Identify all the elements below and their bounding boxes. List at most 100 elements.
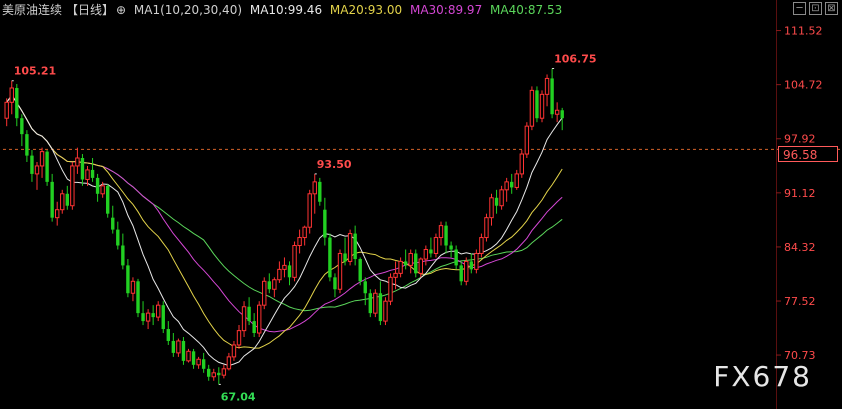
candle-body	[535, 90, 539, 119]
target-icon[interactable]: ⊕	[116, 3, 126, 17]
ma10-line	[6, 94, 563, 367]
candle	[186, 348, 191, 363]
candle	[459, 261, 463, 286]
candle	[60, 189, 65, 214]
candle	[504, 177, 509, 202]
candle	[90, 157, 95, 182]
candle	[318, 177, 322, 206]
extreme-value-label: 106.75	[554, 52, 596, 65]
candle	[529, 86, 535, 131]
ma40-line	[6, 94, 563, 312]
candle-body	[484, 217, 489, 239]
candle	[181, 336, 186, 365]
candle	[328, 233, 332, 282]
candle-body	[176, 340, 181, 354]
candle-body	[544, 77, 550, 95]
candle	[282, 257, 287, 278]
candle-body	[479, 237, 484, 254]
candle-body	[151, 313, 155, 318]
candle-body	[287, 265, 292, 278]
candle	[423, 245, 429, 266]
candle	[247, 297, 251, 326]
candle-body	[524, 125, 530, 155]
candle	[454, 245, 458, 270]
candle-body	[560, 110, 564, 119]
candle	[241, 301, 247, 337]
candle-body	[318, 181, 322, 202]
candle-body	[9, 87, 14, 103]
candle	[156, 301, 161, 322]
close-icon[interactable]: ⊠	[825, 2, 838, 15]
candle	[368, 289, 372, 318]
candle	[15, 84, 19, 127]
candle-body	[459, 265, 463, 282]
candle-body	[85, 169, 90, 180]
candle	[9, 80, 14, 115]
candle	[34, 161, 40, 190]
candle-body	[121, 245, 125, 266]
candle	[550, 68, 554, 119]
candle-body	[257, 304, 262, 334]
candle	[524, 122, 530, 158]
candle	[414, 249, 418, 278]
candle-body	[50, 181, 54, 218]
candle-body	[60, 193, 65, 211]
candle-body	[39, 151, 45, 167]
candle-body	[201, 359, 206, 369]
candle	[297, 229, 302, 254]
candle-body	[226, 356, 232, 370]
candle	[489, 193, 494, 226]
candle	[226, 352, 232, 371]
ma40-value: MA40:87.53	[490, 3, 563, 17]
candle-body	[100, 185, 105, 195]
candle-body	[65, 193, 69, 206]
candle-body	[519, 153, 524, 175]
candle-body	[166, 329, 170, 341]
candle	[479, 233, 484, 258]
candle-body	[337, 252, 343, 290]
candle	[272, 277, 277, 298]
candle	[176, 338, 181, 357]
candle-body	[116, 229, 120, 246]
candle-body	[241, 306, 247, 332]
candle	[292, 241, 297, 282]
candle	[323, 197, 327, 246]
candle	[535, 86, 539, 123]
candle-body	[231, 344, 237, 358]
candle-body	[217, 372, 221, 376]
candle-body	[388, 276, 393, 302]
candle-body	[34, 165, 40, 175]
candle	[514, 169, 519, 190]
restore-icon[interactable]: ⊡	[809, 2, 822, 15]
minimize-icon[interactable]: ─	[793, 2, 806, 15]
candle	[80, 154, 85, 186]
window-controls: ─ ⊡ ⊠	[793, 2, 838, 15]
candle	[438, 221, 444, 246]
candle-body	[539, 93, 545, 119]
y-tick-label: 84.32	[784, 241, 816, 254]
candle	[337, 249, 343, 294]
candle-body	[4, 101, 9, 119]
current-price-label: 96.58	[778, 146, 838, 162]
candle	[287, 261, 292, 286]
candle-body	[145, 312, 151, 322]
ma-setting: MA1(10,20,30,40)	[133, 3, 243, 17]
candle-body	[282, 264, 287, 270]
candle	[302, 225, 307, 246]
candle-body	[130, 280, 136, 294]
candle	[353, 225, 357, 266]
y-tick-label: 91.12	[784, 187, 816, 200]
candle	[207, 364, 211, 381]
candle-body	[262, 280, 267, 306]
candle-body	[398, 260, 403, 274]
candle-body	[292, 245, 297, 278]
candle-body	[489, 197, 494, 219]
y-tick-label: 77.52	[784, 295, 816, 308]
candle-body	[343, 253, 347, 262]
candle	[378, 281, 383, 326]
candlestick-chart[interactable]: 111.52104.7297.9291.1284.3277.5270.73105…	[0, 0, 842, 409]
candle	[50, 173, 54, 222]
candle	[236, 325, 242, 349]
candle	[130, 277, 136, 302]
candle	[464, 257, 469, 286]
